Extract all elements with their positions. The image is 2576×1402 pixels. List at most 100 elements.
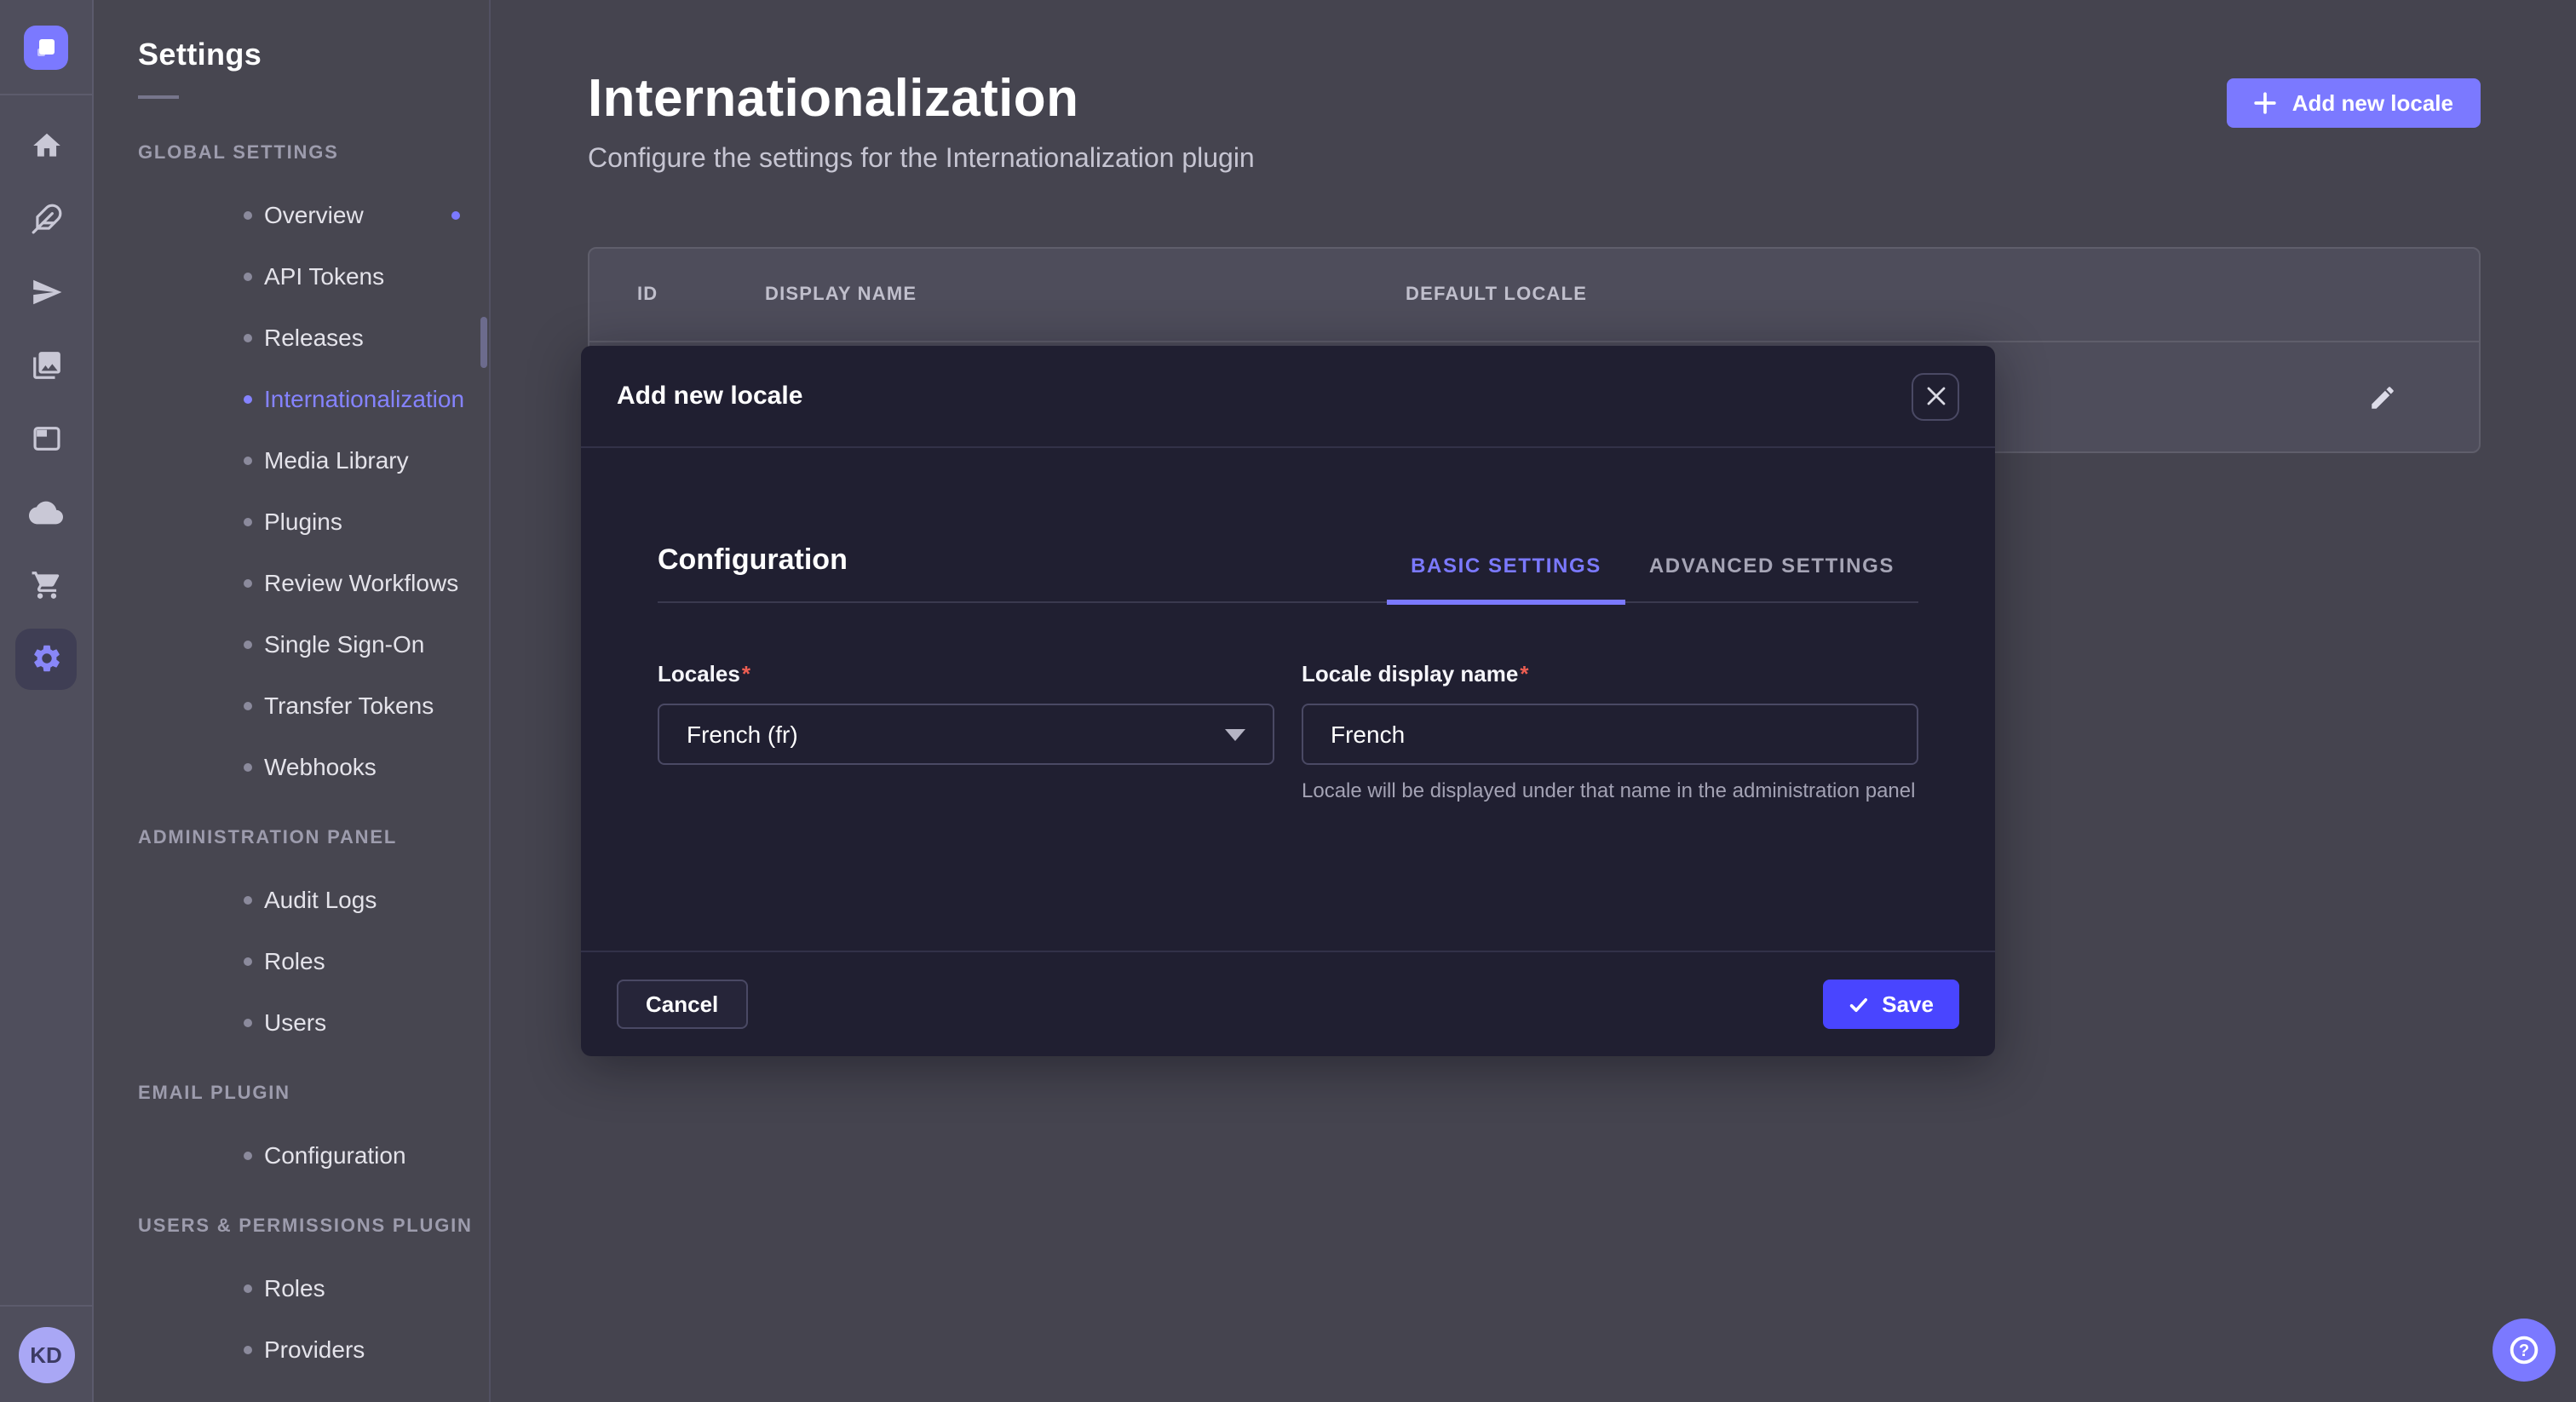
table-header: ID DISPLAY NAME DEFAULT LOCALE bbox=[589, 249, 2479, 342]
bullet-dot bbox=[244, 1151, 252, 1159]
display-name-hint: Locale will be displayed under that name… bbox=[1302, 777, 1918, 806]
rail-settings-active-bg bbox=[15, 628, 77, 689]
configuration-section-head: Configuration BASIC SETTINGS ADVANCED SE… bbox=[658, 543, 1918, 603]
layout-icon bbox=[30, 422, 62, 455]
page-subtitle: Configure the settings for the Internati… bbox=[588, 145, 2481, 175]
rail-deploy[interactable] bbox=[0, 475, 92, 549]
page-header: Internationalization Configure the setti… bbox=[588, 68, 2481, 175]
sidebar-item-internationalization[interactable]: Internationalization bbox=[94, 368, 489, 429]
bullet-dot bbox=[244, 394, 252, 403]
plus-icon bbox=[2255, 92, 2277, 114]
bullet-dot bbox=[244, 210, 252, 219]
rail-home[interactable] bbox=[0, 109, 92, 182]
rail-content[interactable] bbox=[0, 182, 92, 256]
strapi-logo[interactable] bbox=[24, 25, 68, 69]
sidebar-item-releases[interactable]: Releases bbox=[94, 307, 489, 368]
rail-marketplace[interactable] bbox=[0, 549, 92, 622]
sidebar-scrollbar-thumb[interactable] bbox=[480, 317, 487, 368]
sidebar-item-transfer-tokens[interactable]: Transfer Tokens bbox=[94, 675, 489, 736]
rail-footer: KD bbox=[0, 1305, 92, 1402]
bullet-dot bbox=[244, 1284, 252, 1292]
locales-select[interactable]: French (fr) bbox=[658, 704, 1274, 765]
bullet-dot bbox=[244, 1345, 252, 1353]
check-icon bbox=[1848, 994, 1868, 1014]
sidebar-item-api-tokens[interactable]: API Tokens bbox=[94, 245, 489, 307]
sidebar-item-webhooks[interactable]: Webhooks bbox=[94, 736, 489, 797]
notification-dot bbox=[451, 210, 460, 219]
sidebar-item-review-workflows[interactable]: Review Workflows bbox=[94, 552, 489, 613]
sidebar-item-admin-roles[interactable]: Roles bbox=[94, 930, 489, 991]
modal-footer: Cancel Save bbox=[581, 951, 1995, 1056]
section-email-plugin: EMAIL PLUGIN bbox=[94, 1063, 489, 1124]
column-default-locale: DEFAULT LOCALE bbox=[1406, 284, 2479, 305]
required-asterisk: * bbox=[742, 661, 750, 687]
settings-gear-icon bbox=[30, 642, 62, 675]
section-users-permissions-plugin: USERS & PERMISSIONS PLUGIN bbox=[94, 1196, 489, 1257]
cloud-icon bbox=[29, 495, 63, 529]
add-locale-modal: Add new locale Configuration BASIC SETTI… bbox=[581, 346, 1995, 1056]
bullet-dot bbox=[244, 333, 252, 342]
bullet-dot bbox=[244, 701, 252, 710]
sidebar-title: Settings bbox=[94, 0, 489, 73]
sidebar-item-audit-logs[interactable]: Audit Logs bbox=[94, 869, 489, 930]
settings-tabs: BASIC SETTINGS ADVANCED SETTINGS bbox=[1387, 554, 1918, 601]
section-administration-panel: ADMINISTRATION PANEL bbox=[94, 807, 489, 869]
locales-field: Locales* French (fr) bbox=[658, 659, 1274, 806]
bullet-dot bbox=[244, 456, 252, 464]
page-title: Internationalization bbox=[588, 68, 2481, 129]
sidebar-item-plugins[interactable]: Plugins bbox=[94, 491, 489, 552]
bullet-dot bbox=[244, 1018, 252, 1026]
help-question-icon: ? bbox=[2508, 1334, 2540, 1366]
rail-releases[interactable] bbox=[0, 256, 92, 329]
main-content: Internationalization Configure the setti… bbox=[492, 0, 2576, 1402]
sidebar-item-single-sign-on[interactable]: Single Sign-On bbox=[94, 613, 489, 675]
modal-close-button[interactable] bbox=[1912, 372, 1959, 420]
modal-title: Add new locale bbox=[617, 382, 802, 411]
cancel-button[interactable]: Cancel bbox=[617, 980, 747, 1029]
sidebar-item-providers[interactable]: Providers bbox=[94, 1319, 489, 1380]
sidebar-item-media-library[interactable]: Media Library bbox=[94, 429, 489, 491]
bullet-dot bbox=[244, 517, 252, 526]
save-button[interactable]: Save bbox=[1822, 980, 1959, 1029]
sidebar-item-users[interactable]: Users bbox=[94, 991, 489, 1053]
modal-header: Add new locale bbox=[581, 346, 1995, 448]
home-icon bbox=[30, 129, 62, 162]
required-asterisk: * bbox=[1520, 661, 1528, 687]
bullet-dot bbox=[244, 272, 252, 280]
feather-icon bbox=[30, 203, 62, 235]
sidebar-title-rule bbox=[138, 95, 179, 99]
add-new-locale-button[interactable]: Add new locale bbox=[2228, 78, 2481, 128]
rail-settings[interactable] bbox=[0, 622, 92, 695]
rail-logo-section bbox=[0, 0, 92, 95]
configuration-title: Configuration bbox=[658, 543, 848, 601]
section-global-settings: GLOBAL SETTINGS bbox=[94, 123, 489, 184]
edit-pencil-icon bbox=[2368, 382, 2397, 411]
send-icon bbox=[30, 276, 62, 308]
rail-content-type-builder[interactable] bbox=[0, 402, 92, 475]
bullet-dot bbox=[244, 640, 252, 648]
cart-icon bbox=[30, 569, 62, 601]
display-name-input[interactable] bbox=[1302, 704, 1918, 765]
bullet-dot bbox=[244, 895, 252, 904]
svg-text:?: ? bbox=[2519, 1342, 2529, 1360]
avatar[interactable]: KD bbox=[18, 1326, 74, 1382]
help-button[interactable]: ? bbox=[2493, 1319, 2556, 1382]
chevron-down-icon bbox=[1225, 728, 1245, 740]
sidebar-item-overview[interactable]: Overview bbox=[94, 184, 489, 245]
strapi-logo-glyph bbox=[32, 33, 60, 60]
rail-media-library[interactable] bbox=[0, 329, 92, 402]
locales-select-value: French (fr) bbox=[687, 721, 798, 748]
close-icon bbox=[1926, 387, 1945, 405]
bullet-dot bbox=[244, 762, 252, 771]
bullet-dot bbox=[244, 957, 252, 965]
sidebar-item-email-configuration[interactable]: Configuration bbox=[94, 1124, 489, 1186]
column-id: ID bbox=[637, 284, 765, 305]
tab-basic-settings[interactable]: BASIC SETTINGS bbox=[1387, 554, 1625, 605]
app-rail: KD bbox=[0, 0, 94, 1402]
sidebar-item-up-roles[interactable]: Roles bbox=[94, 1257, 489, 1319]
media-library-icon bbox=[30, 349, 62, 382]
display-name-field: Locale display name* Locale will be disp… bbox=[1302, 659, 1918, 806]
bullet-dot bbox=[244, 578, 252, 587]
edit-locale-button[interactable] bbox=[2368, 382, 2397, 411]
tab-advanced-settings[interactable]: ADVANCED SETTINGS bbox=[1625, 554, 1918, 605]
